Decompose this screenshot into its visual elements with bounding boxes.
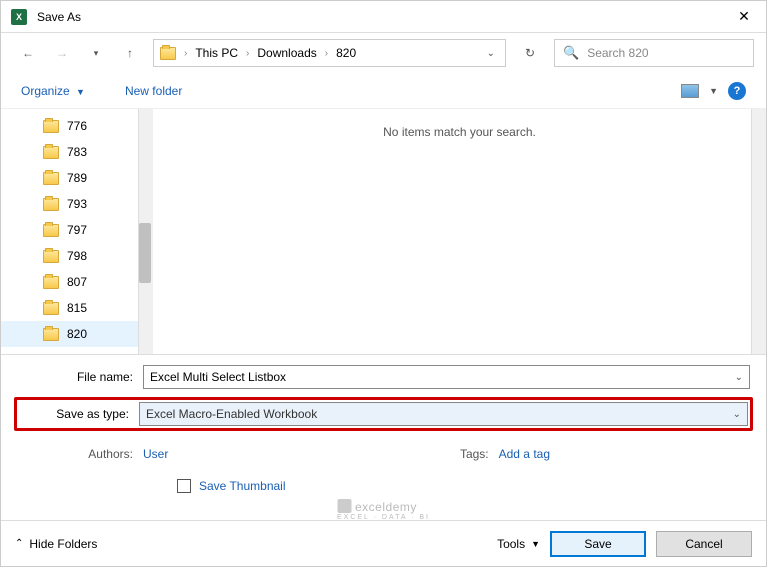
cancel-button[interactable]: Cancel — [656, 531, 752, 557]
tree-item-label: 789 — [67, 171, 87, 185]
authors-value[interactable]: User — [143, 447, 168, 461]
watermark: exceldemy EXCEL · DATA · BI — [337, 499, 430, 521]
main-area: 776 783 789 793 797 798 807 815 820 No i… — [1, 109, 766, 355]
view-options-button[interactable] — [681, 84, 699, 98]
file-list-pane[interactable]: No items match your search. — [153, 109, 766, 354]
tree-scrollbar[interactable] — [138, 109, 153, 354]
breadcrumb-downloads[interactable]: Downloads — [257, 46, 316, 60]
tree-item-label: 797 — [67, 223, 87, 237]
scrollbar-thumb[interactable] — [139, 223, 151, 283]
save-thumbnail-checkbox[interactable] — [177, 479, 191, 493]
chevron-up-icon: ⌃ — [15, 538, 23, 549]
tree-item-label: 793 — [67, 197, 87, 211]
folder-tree[interactable]: 776 783 789 793 797 798 807 815 820 — [1, 109, 153, 354]
tree-item-selected[interactable]: 820 — [1, 321, 138, 347]
folder-icon — [43, 146, 59, 159]
thumbnail-row: Save Thumbnail — [17, 461, 750, 493]
folder-icon — [43, 224, 59, 237]
tree-item[interactable]: 798 — [33, 243, 153, 269]
chevron-right-icon: › — [325, 48, 328, 59]
address-bar[interactable]: › This PC › Downloads › 820 ⌄ — [153, 39, 506, 67]
type-value: Excel Macro-Enabled Workbook — [146, 407, 317, 421]
save-as-type-row: Save as type: Excel Macro-Enabled Workbo… — [14, 397, 753, 431]
up-button[interactable]: ↑ — [119, 42, 141, 64]
caret-down-icon[interactable]: ⌄ — [733, 409, 741, 420]
window-title: Save As — [37, 10, 732, 24]
organize-menu[interactable]: Organize ▼ — [21, 84, 85, 98]
filename-row: File name: Excel Multi Select Listbox ⌄ — [17, 365, 750, 389]
filename-label: File name: — [17, 370, 143, 384]
filename-input[interactable]: Excel Multi Select Listbox ⌄ — [143, 365, 750, 389]
new-folder-button[interactable]: New folder — [125, 84, 182, 98]
meta-row: Authors: User Tags: Add a tag — [17, 439, 750, 461]
search-input[interactable]: 🔍 Search 820 — [554, 39, 754, 67]
chevron-right-icon: › — [246, 48, 249, 59]
save-button[interactable]: Save — [550, 531, 646, 557]
search-placeholder: Search 820 — [587, 46, 648, 60]
toolbar: Organize ▼ New folder ▼ ? — [1, 73, 766, 109]
folder-icon — [43, 276, 59, 289]
breadcrumb-root[interactable]: This PC — [195, 46, 238, 60]
organize-label: Organize — [21, 84, 70, 98]
type-label: Save as type: — [19, 407, 139, 421]
title-bar: X Save As ✕ — [1, 1, 766, 33]
tree-item[interactable]: 776 — [33, 113, 153, 139]
content-scrollbar[interactable] — [751, 109, 766, 354]
caret-down-icon[interactable]: ⌄ — [735, 372, 743, 383]
folder-icon — [43, 120, 59, 133]
folder-icon — [43, 250, 59, 263]
tree-item-label: 807 — [67, 275, 87, 289]
caret-down-icon: ▼ — [531, 539, 540, 549]
footer: ⌃ Hide Folders Tools ▼ Save Cancel — [1, 520, 766, 566]
tools-menu[interactable]: Tools ▼ — [497, 537, 540, 551]
folder-icon — [43, 302, 59, 315]
caret-down-icon: ▼ — [76, 87, 85, 97]
save-thumbnail-label[interactable]: Save Thumbnail — [199, 479, 286, 493]
folder-icon — [160, 47, 176, 60]
folder-icon — [43, 172, 59, 185]
tree-item[interactable]: 793 — [33, 191, 153, 217]
empty-message: No items match your search. — [153, 109, 766, 139]
watermark-brand: exceldemy — [355, 500, 417, 514]
authors-label: Authors: — [17, 447, 143, 461]
tags-label: Tags: — [460, 447, 499, 461]
hide-folders-button[interactable]: ⌃ Hide Folders — [15, 537, 97, 551]
save-label: Save — [584, 537, 611, 551]
breadcrumb-leaf[interactable]: 820 — [336, 46, 356, 60]
tree-item-label: 820 — [67, 327, 87, 341]
hide-folders-label: Hide Folders — [29, 537, 97, 551]
search-icon: 🔍 — [563, 45, 579, 61]
tree-item-label: 783 — [67, 145, 87, 159]
filename-value: Excel Multi Select Listbox — [150, 370, 286, 384]
tree-item[interactable]: 807 — [33, 269, 153, 295]
tree-item-label: 776 — [67, 119, 87, 133]
tree-item[interactable]: 797 — [33, 217, 153, 243]
folder-icon — [43, 198, 59, 211]
caret-down-icon[interactable]: ▼ — [709, 86, 718, 96]
excel-icon: X — [11, 9, 27, 25]
recent-locations-dropdown[interactable]: ▾ — [85, 42, 107, 64]
tree-item[interactable]: 815 — [33, 295, 153, 321]
save-form: File name: Excel Multi Select Listbox ⌄ … — [1, 355, 766, 493]
help-button[interactable]: ? — [728, 82, 746, 100]
address-dropdown[interactable]: ⌄ — [483, 48, 499, 59]
cancel-label: Cancel — [685, 537, 722, 551]
tree-item[interactable]: 789 — [33, 165, 153, 191]
forward-button: → — [51, 42, 73, 64]
tree-item-label: 815 — [67, 301, 87, 315]
save-as-type-select[interactable]: Excel Macro-Enabled Workbook ⌄ — [139, 402, 748, 426]
back-button[interactable]: ← — [17, 42, 39, 64]
watermark-logo-icon — [337, 499, 351, 513]
chevron-right-icon: › — [184, 48, 187, 59]
nav-row: ← → ▾ ↑ › This PC › Downloads › 820 ⌄ ↻ … — [1, 33, 766, 73]
refresh-button[interactable]: ↻ — [518, 42, 542, 64]
tree-item[interactable]: 783 — [33, 139, 153, 165]
tools-label: Tools — [497, 537, 525, 551]
tags-value[interactable]: Add a tag — [499, 447, 550, 461]
tree-item-label: 798 — [67, 249, 87, 263]
folder-icon — [43, 328, 59, 341]
close-button[interactable]: ✕ — [732, 5, 756, 29]
